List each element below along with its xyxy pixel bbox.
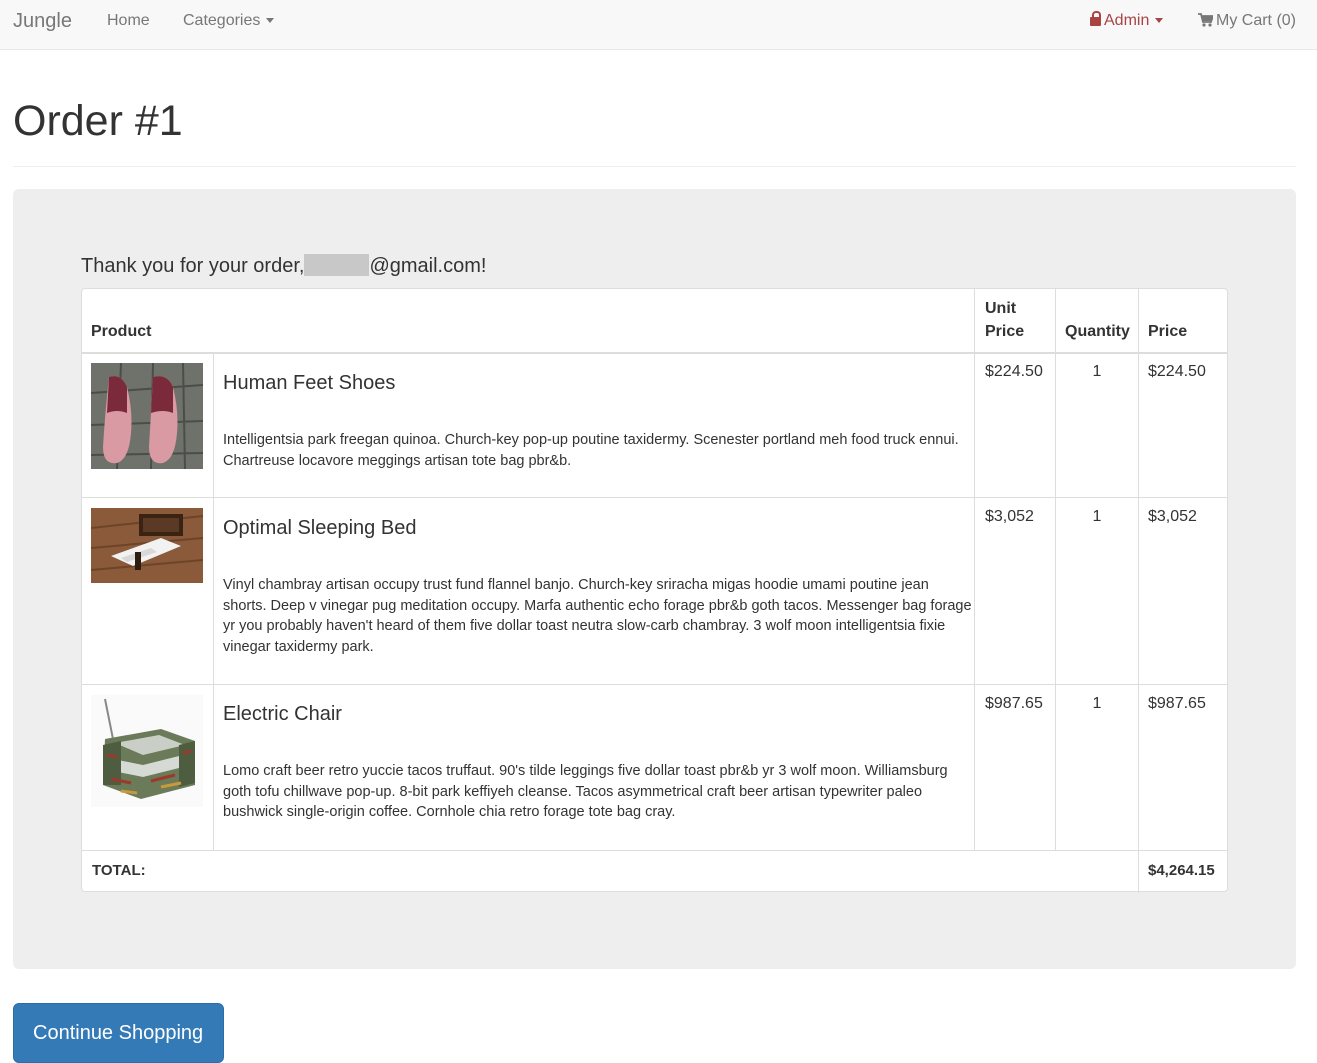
title-divider	[13, 166, 1296, 167]
total-label: TOTAL:	[92, 862, 146, 879]
product-image-human-feet-shoes[interactable]	[91, 363, 203, 469]
image-column-divider	[213, 353, 214, 850]
line-price: $224.50	[1148, 363, 1206, 380]
order-table: Product Unit Price Quantity Price Human …	[81, 288, 1228, 893]
nav-home[interactable]: Home	[107, 12, 150, 30]
nav-categories-label: Categories	[183, 12, 261, 29]
header-unit-price: Unit Price	[985, 297, 1024, 343]
chevron-down-icon	[266, 18, 275, 24]
unit-price-column-divider	[974, 289, 975, 850]
product-description: Intelligentsia park freegan quinoa. Chur…	[223, 432, 959, 469]
line-price: $987.65	[1148, 695, 1206, 712]
row-divider	[82, 684, 1227, 685]
chevron-down-icon	[1155, 18, 1164, 24]
product-description: Vinyl chambray artisan occupy trust fund…	[223, 577, 972, 655]
nav-cart[interactable]: My Cart (0)	[1198, 12, 1296, 30]
quantity: 1	[1092, 363, 1102, 380]
navbar: Jungle Home Categories Admin My Cart (0)	[0, 0, 1317, 50]
nav-cart-label: My Cart (0)	[1216, 12, 1296, 29]
header-unit-price-line2: Price	[985, 323, 1025, 340]
price-column-divider	[1138, 289, 1139, 893]
nav-categories-dropdown[interactable]: Categories	[183, 12, 275, 30]
total-divider	[82, 850, 1227, 851]
quantity: 1	[1092, 695, 1102, 712]
header-price: Price	[1148, 323, 1188, 340]
thanks-message: Thank you for your order, @gmail.com!	[81, 254, 486, 278]
redacted-email-block	[304, 254, 370, 276]
product-name[interactable]: Optimal Sleeping Bed	[223, 517, 416, 540]
product-name[interactable]: Electric Chair	[223, 703, 342, 726]
lock-icon	[1090, 11, 1101, 26]
nav-admin-dropdown[interactable]: Admin	[1090, 11, 1164, 30]
total-value: $4,264.15	[1148, 862, 1215, 879]
product-image-electric-chair[interactable]	[91, 695, 203, 807]
header-unit-price-line1: Unit	[985, 300, 1017, 317]
header-product: Product	[91, 323, 152, 340]
cart-icon	[1198, 13, 1213, 27]
continue-shopping-button[interactable]: Continue Shopping	[13, 1003, 224, 1063]
page-title: Order #1	[13, 97, 183, 145]
product-name[interactable]: Human Feet Shoes	[223, 372, 395, 395]
header-quantity: Quantity	[1065, 323, 1130, 340]
quantity: 1	[1092, 508, 1102, 525]
thanks-prefix: Thank you for your order,	[81, 255, 305, 277]
thanks-suffix: @gmail.com!	[369, 255, 487, 277]
line-price: $3,052	[1148, 508, 1197, 525]
product-description: Lomo craft beer retro yuccie tacos truff…	[223, 763, 948, 820]
product-image-optimal-sleeping-bed[interactable]	[91, 508, 203, 583]
unit-price: $987.65	[985, 695, 1043, 712]
brand-link[interactable]: Jungle	[13, 10, 72, 33]
unit-price: $224.50	[985, 363, 1043, 380]
unit-price: $3,052	[985, 508, 1034, 525]
row-divider	[82, 497, 1227, 498]
nav-admin-label: Admin	[1104, 12, 1150, 29]
